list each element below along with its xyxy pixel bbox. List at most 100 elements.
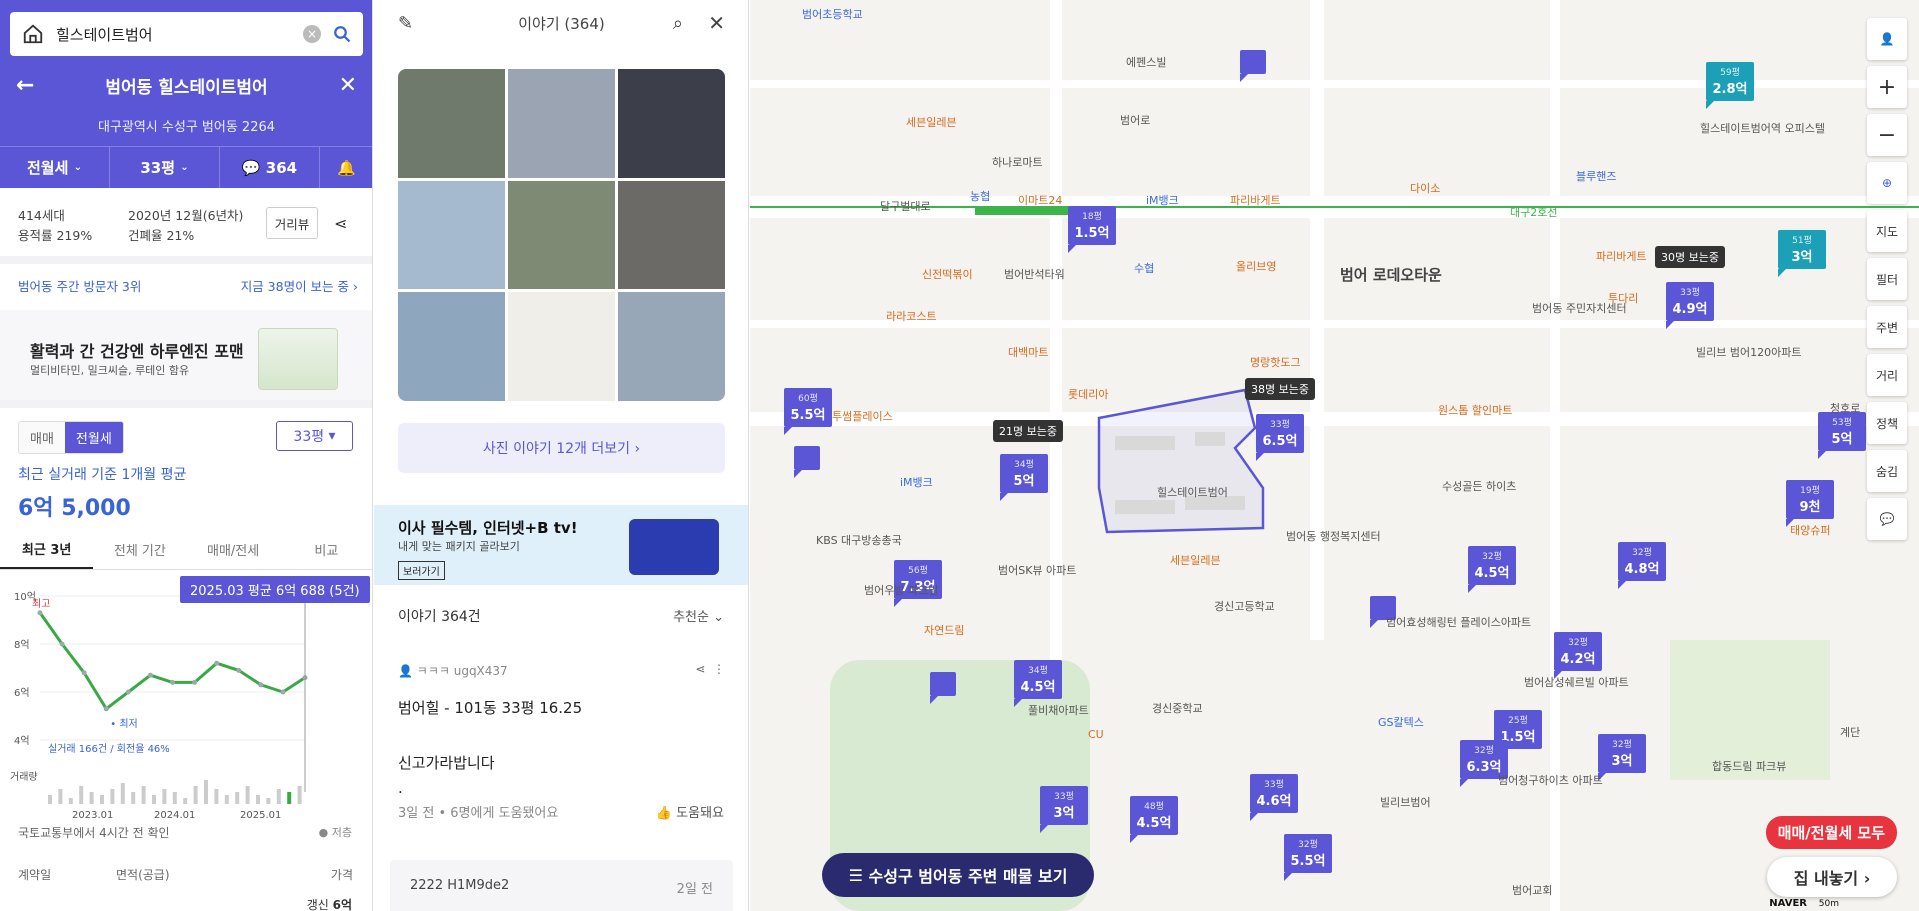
price-marker[interactable]: 34평 4.5억: [1014, 660, 1062, 707]
zoom-out-icon[interactable]: −: [1867, 114, 1907, 156]
poi-label[interactable]: 파리바게트: [1230, 192, 1281, 208]
ad-banner[interactable]: 활력과 간 건강엔 하루엔진 포맨 멀티비타민, 밀크씨슬, 루테인 함유: [0, 310, 372, 400]
poi-label[interactable]: 범어반석타워: [1004, 266, 1065, 282]
price-marker[interactable]: 33평 4.6억: [1250, 774, 1298, 821]
unpriced-marker[interactable]: [794, 446, 820, 478]
user-icon[interactable]: 👤: [1867, 18, 1907, 60]
trade-point[interactable]: [192, 679, 198, 685]
poi-label[interactable]: 범어교회: [1512, 882, 1552, 898]
hide-button[interactable]: 숨김: [1867, 450, 1907, 492]
internet-ad-banner[interactable]: 이사 필수템, 인터넷+B tv! 내게 맞는 패키지 골라보기 보러가기: [374, 505, 748, 585]
unpriced-marker[interactable]: [930, 672, 956, 704]
poi-label[interactable]: 파리바게트: [1596, 248, 1647, 264]
tab-all-period[interactable]: 전체 기간: [93, 530, 186, 569]
trade-point[interactable]: [59, 641, 65, 647]
poi-label[interactable]: 범어SK뷰 아파트: [998, 562, 1076, 578]
tab-compare[interactable]: 비교: [280, 530, 372, 569]
search-icon[interactable]: ⌕: [673, 13, 683, 34]
poi-label[interactable]: 다이소: [1410, 180, 1440, 196]
price-marker[interactable]: 34평 5억: [1000, 454, 1048, 501]
photo-thumb[interactable]: [398, 292, 505, 401]
price-marker[interactable]: 51평 3억: [1778, 230, 1826, 277]
price-marker[interactable]: 18평 1.5억: [1068, 206, 1116, 253]
poi-label[interactable]: CU: [1088, 728, 1104, 741]
poi-label[interactable]: 투다리: [1608, 290, 1638, 306]
trade-point[interactable]: [214, 660, 220, 666]
tab-recent-3y[interactable]: 최근 3년: [0, 530, 94, 569]
photo-thumb[interactable]: [618, 292, 725, 401]
nearby-button[interactable]: 주변: [1867, 306, 1907, 348]
more-photos-button[interactable]: 사진 이야기 12개 더보기 ›: [398, 423, 725, 473]
poi-label[interactable]: 풀비채아파트: [1028, 702, 1089, 718]
story-post[interactable]: 👤 ㅋㅋㅋ ugqX437 ⋖ ⋮ 범어힐 - 101동 33평 16.25 신…: [398, 662, 725, 797]
distance-view-button[interactable]: 거리뷰: [266, 207, 318, 239]
complex-outline[interactable]: [1095, 388, 1275, 538]
back-arrow-icon[interactable]: ←: [16, 73, 34, 98]
share-icon[interactable]: ⋖ ⋮: [695, 662, 725, 676]
photo-thumb[interactable]: [398, 180, 505, 290]
photo-thumb[interactable]: [508, 180, 615, 290]
segment-rent[interactable]: 전월세: [64, 422, 123, 453]
chat-icon[interactable]: 💬: [1867, 498, 1907, 540]
poi-label[interactable]: 범어초등학교: [802, 6, 863, 22]
poi-label[interactable]: 블루핸즈: [1576, 168, 1616, 184]
poi-label[interactable]: 범어동 행정복지센터: [1286, 528, 1381, 544]
poi-label[interactable]: 경신중학교: [1152, 700, 1203, 716]
poi-label[interactable]: 올리브영: [1236, 258, 1276, 274]
poi-label[interactable]: 경신고등학교: [1214, 598, 1275, 614]
photo-thumb[interactable]: [508, 292, 615, 401]
deal-type-dropdown[interactable]: 전월세 ⌄: [0, 147, 110, 188]
price-marker[interactable]: 33평 6.5억: [1256, 414, 1304, 461]
price-chart[interactable]: 10억8억6억4억최고• 최저실거래 166건 / 회전율 46%거래량2023…: [0, 572, 373, 822]
photo-thumb[interactable]: [398, 69, 505, 178]
home-icon[interactable]: [22, 23, 44, 45]
distance-button[interactable]: 거리: [1867, 354, 1907, 396]
story-post[interactable]: 2222 H1M9de2 2일 전: [390, 860, 733, 911]
trade-point[interactable]: [280, 689, 286, 695]
helpful-button[interactable]: 👍 도움돼요: [656, 802, 724, 821]
list-house-button[interactable]: 집 내놓기 ›: [1767, 857, 1897, 897]
price-marker[interactable]: 19평 9천: [1786, 480, 1834, 527]
poi-label[interactable]: 명랑핫도그: [1250, 354, 1301, 370]
clear-icon[interactable]: ×: [303, 25, 321, 43]
poi-label[interactable]: 자연드림: [924, 622, 964, 638]
deal-filter-pill[interactable]: 매매/전월세 모두: [1765, 816, 1897, 849]
trade-point[interactable]: [103, 706, 109, 712]
poi-label[interactable]: 하나로마트: [992, 154, 1043, 170]
poi-label[interactable]: 범어삼성쉐르빌 아파트: [1524, 674, 1629, 690]
trade-point[interactable]: [81, 670, 87, 676]
viewers-chip[interactable]: 38명 보는중: [1245, 378, 1315, 400]
search-input[interactable]: 힐스테이트범어: [56, 24, 303, 45]
poi-label[interactable]: 에펜스빌: [1126, 54, 1166, 70]
search-box[interactable]: 힐스테이트범어 ×: [10, 12, 363, 56]
photo-thumb[interactable]: [508, 69, 615, 178]
close-icon[interactable]: ✕: [708, 11, 725, 35]
size-select[interactable]: 33평 ▾: [276, 421, 353, 451]
banner-button[interactable]: 보러가기: [398, 561, 445, 580]
poi-label[interactable]: 수성골든 하이츠: [1442, 478, 1516, 494]
poi-label[interactable]: 대백마트: [1008, 344, 1048, 360]
map-type-button[interactable]: 지도: [1867, 210, 1907, 252]
poi-label[interactable]: 라라코스트: [886, 308, 937, 324]
price-marker[interactable]: 32평 4.8억: [1618, 542, 1666, 589]
poi-label[interactable]: 빌리브범어: [1380, 794, 1431, 810]
poi-label[interactable]: 범어청구하이츠 아파트: [1498, 772, 1603, 788]
filter-button[interactable]: 필터: [1867, 258, 1907, 300]
price-marker[interactable]: 32평 4.5억: [1468, 546, 1516, 593]
trade-point[interactable]: [236, 667, 242, 673]
photo-thumb[interactable]: [618, 69, 725, 178]
price-marker[interactable]: 32평 3억: [1598, 734, 1646, 781]
price-marker[interactable]: 48평 4.5억: [1130, 796, 1178, 843]
poi-label[interactable]: 신전떡볶이: [922, 266, 973, 282]
poi-label[interactable]: iM뱅크: [900, 474, 933, 490]
price-marker[interactable]: 32평 4.2억: [1554, 632, 1602, 679]
price-marker[interactable]: 53평 5억: [1818, 412, 1866, 459]
comments-button[interactable]: 💬 364: [220, 147, 320, 188]
photo-thumb[interactable]: [618, 180, 725, 290]
poi-label[interactable]: 빌리브 범어120아파트: [1696, 344, 1801, 360]
size-dropdown[interactable]: 33평 ⌄: [110, 147, 220, 188]
price-marker[interactable]: 60평 5.5억: [784, 388, 832, 435]
trade-point[interactable]: [37, 610, 43, 616]
poi-label[interactable]: 합동드림 파크뷰: [1712, 758, 1786, 774]
poi-label[interactable]: 세븐일레븐: [906, 114, 957, 130]
